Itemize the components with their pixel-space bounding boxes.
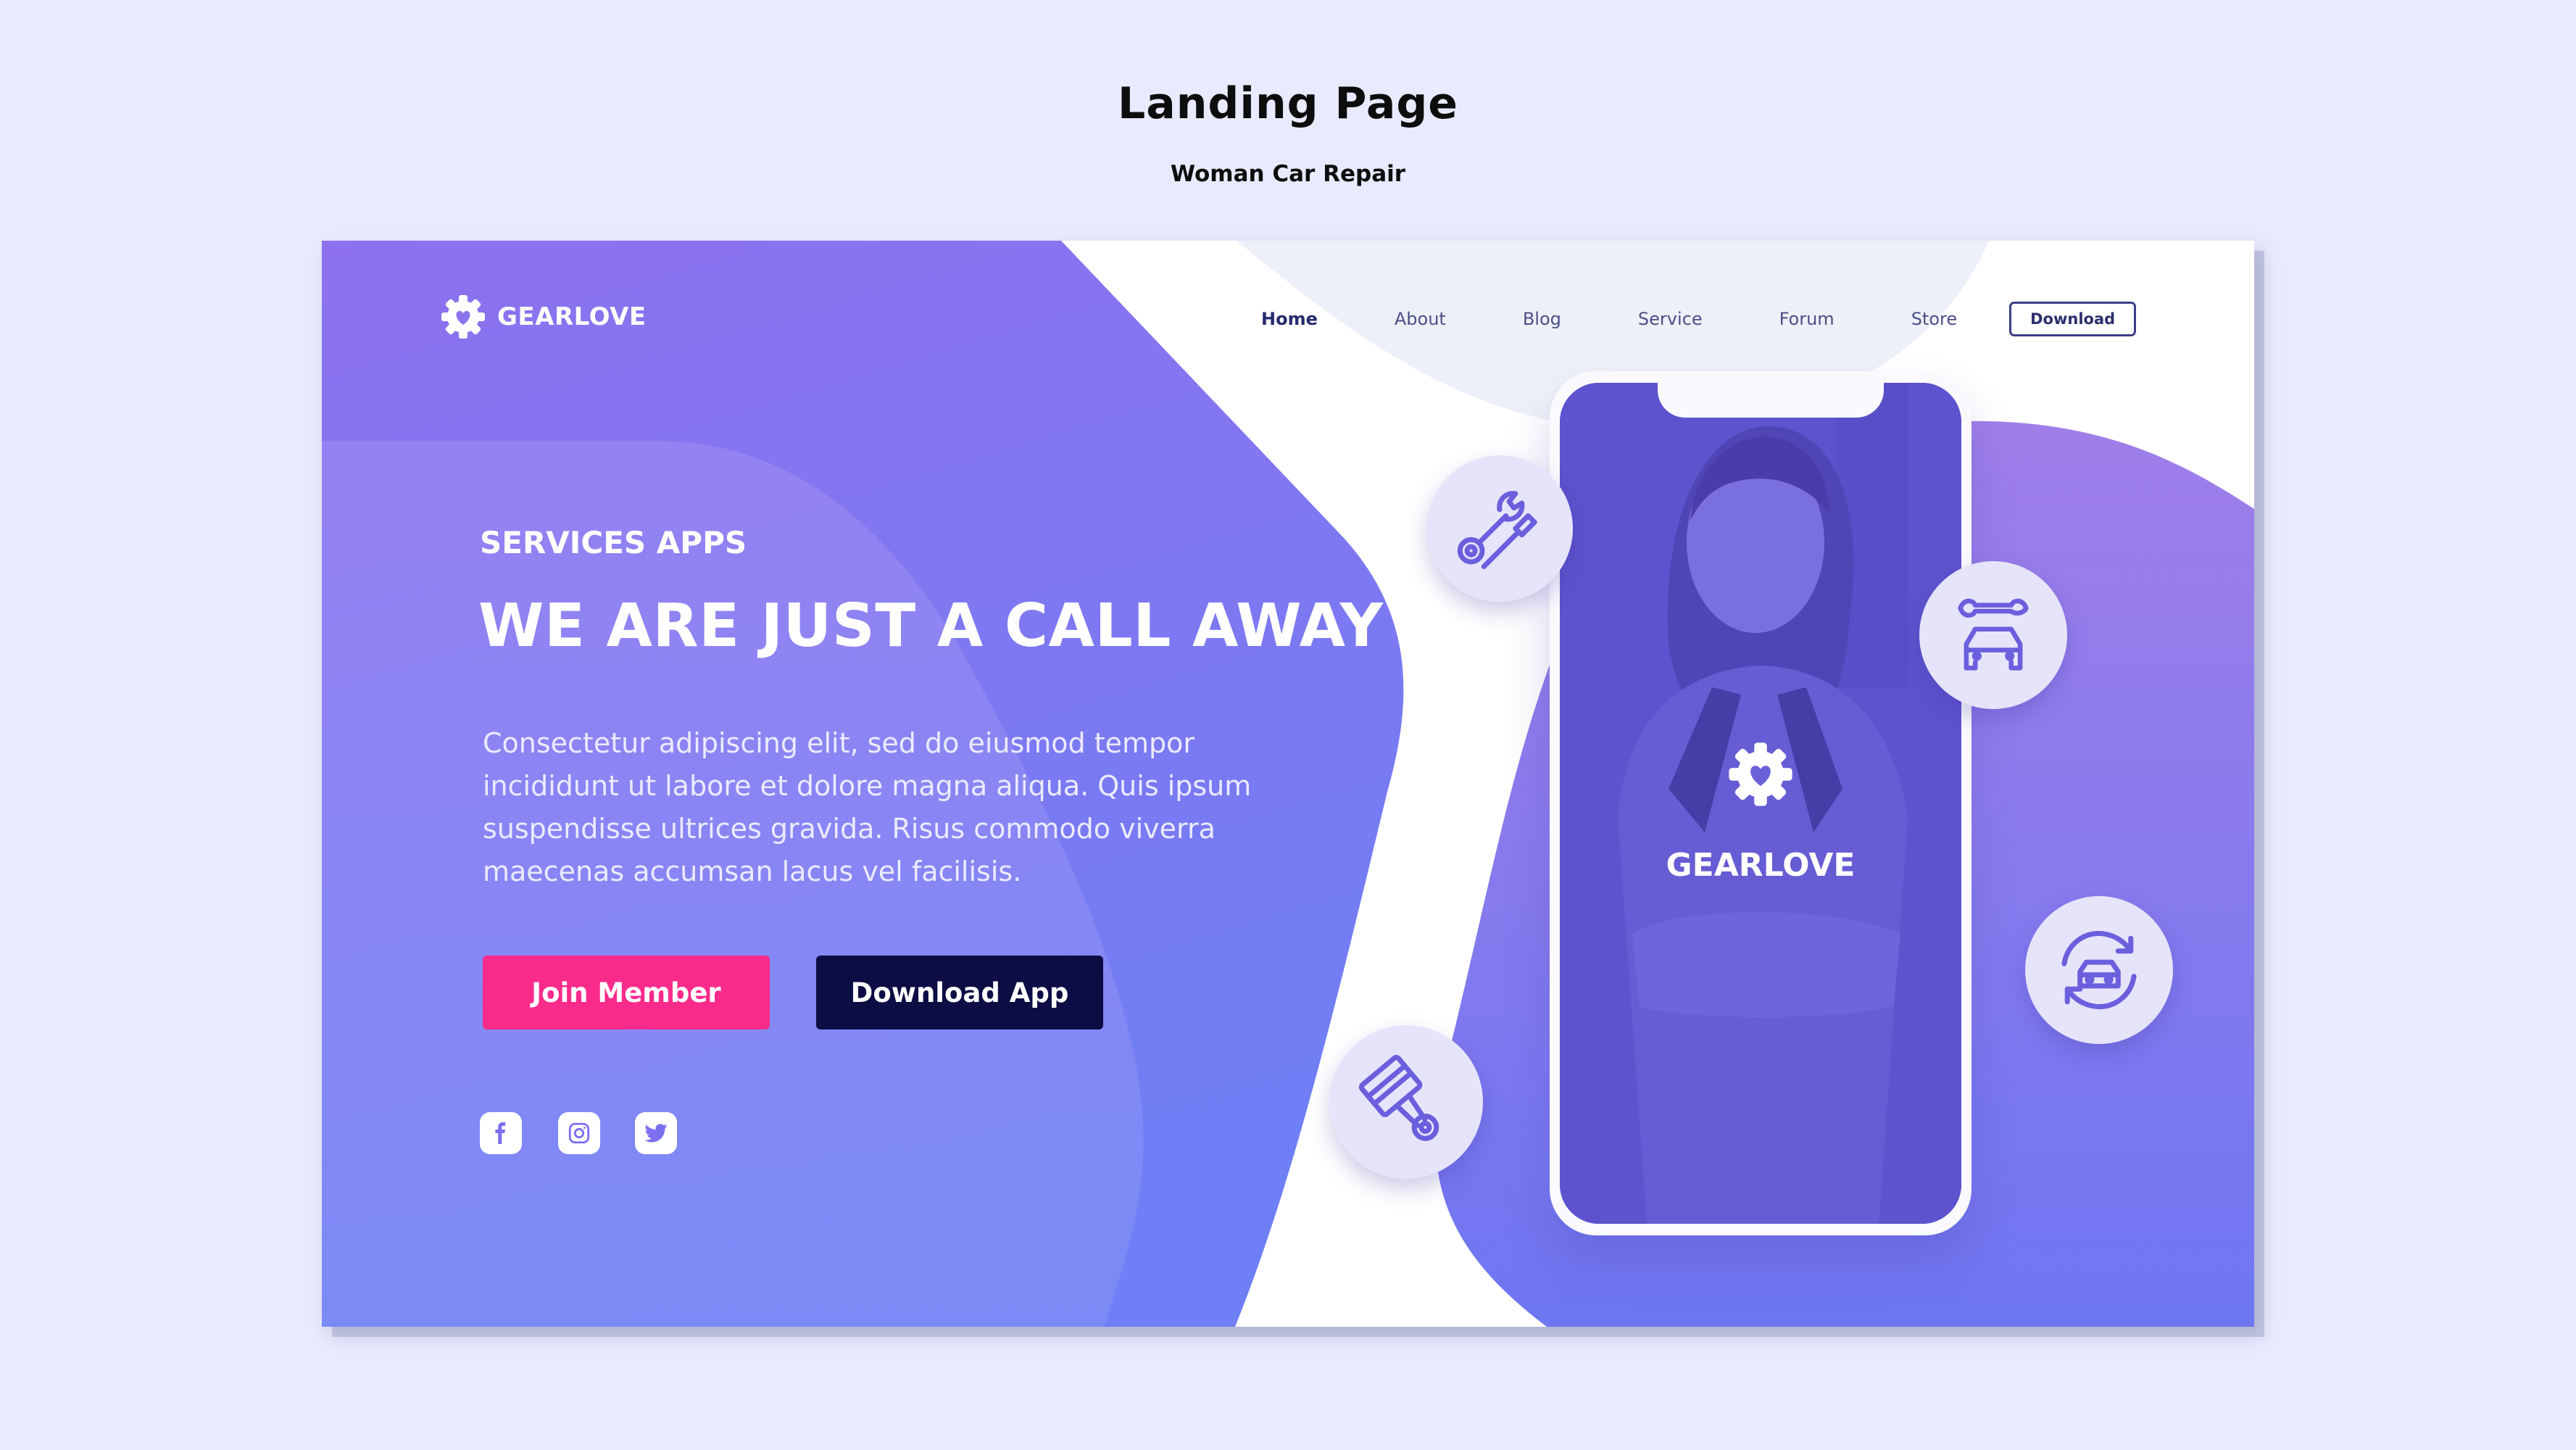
hero-eyebrow: SERVICES APPS xyxy=(480,525,747,560)
nav-download-button[interactable]: Download xyxy=(2009,302,2137,336)
nav-about[interactable]: About xyxy=(1395,309,1446,329)
join-member-button[interactable]: Join Member xyxy=(483,956,770,1030)
main-nav: Home About Blog Service Forum Store Down… xyxy=(1261,302,2137,336)
instagram-icon[interactable] xyxy=(558,1112,600,1154)
phone-screen: GEARLOVE xyxy=(1560,383,1961,1224)
phone-brand-name: GEARLOVE xyxy=(1666,847,1856,884)
brand-logo[interactable]: GEARLOVE xyxy=(439,291,647,342)
phone-mockup: GEARLOVE xyxy=(1550,371,1972,1235)
page-subtitle: Woman Car Repair xyxy=(1170,161,1406,187)
nav-forum[interactable]: Forum xyxy=(1779,309,1835,329)
facebook-icon[interactable] xyxy=(480,1112,522,1154)
nav-service[interactable]: Service xyxy=(1638,309,1703,329)
page-title: Landing Page xyxy=(1118,78,1458,129)
brand-name: GEARLOVE xyxy=(497,302,647,331)
nav-home[interactable]: Home xyxy=(1261,309,1318,329)
gear-heart-icon xyxy=(441,295,485,339)
twitter-icon[interactable] xyxy=(635,1112,677,1154)
car-refresh-icon[interactable] xyxy=(2025,896,2173,1044)
wrench-screwdriver-icon[interactable] xyxy=(1426,455,1573,602)
gear-heart-icon xyxy=(1729,742,1792,806)
piston-icon[interactable] xyxy=(1329,1025,1483,1179)
phone-notch xyxy=(1658,383,1884,418)
landing-page-mockup: GEARLOVE Home About Blog Service Forum S… xyxy=(322,241,2254,1327)
nav-blog[interactable]: Blog xyxy=(1523,309,1561,329)
wrench-car-icon[interactable] xyxy=(1919,561,2067,709)
hero-body: Consectetur adipiscing elit, sed do eius… xyxy=(483,727,1252,887)
download-app-button[interactable]: Download App xyxy=(816,956,1103,1030)
nav-store[interactable]: Store xyxy=(1911,309,1957,329)
hero-headline: WE ARE JUST A CALL AWAY xyxy=(478,592,1384,660)
